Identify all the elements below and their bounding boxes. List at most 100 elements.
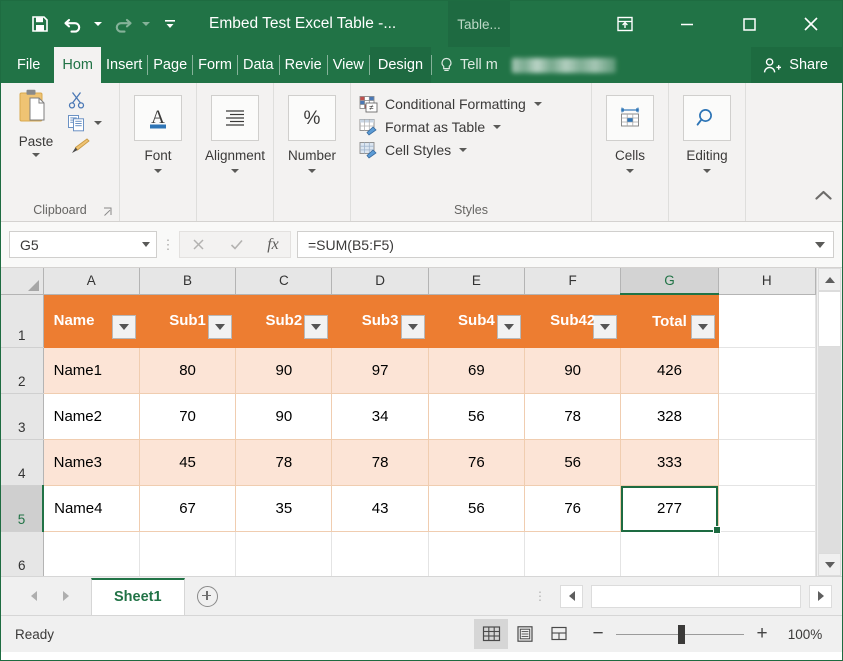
tab-file[interactable]: File — [1, 47, 54, 83]
horizontal-scroll-track[interactable] — [591, 585, 801, 608]
filter-button-c[interactable] — [304, 315, 328, 339]
ribbon-display-icon[interactable] — [594, 1, 656, 47]
row-header-5[interactable]: 5 — [1, 486, 43, 532]
cell-c6[interactable] — [236, 532, 332, 577]
cell-c3[interactable]: 90 — [236, 394, 332, 440]
undo-icon[interactable] — [57, 7, 91, 41]
save-icon[interactable] — [23, 7, 57, 41]
cell-d5[interactable]: 43 — [332, 486, 428, 532]
tab-design[interactable]: Design — [370, 47, 431, 83]
row-header-6[interactable]: 6 — [1, 532, 43, 577]
cell-a5[interactable]: Name4 — [43, 486, 139, 532]
undo-dropdown-icon[interactable] — [91, 7, 105, 41]
fx-icon[interactable]: fx — [267, 236, 279, 254]
number-button[interactable]: % Number — [274, 83, 350, 173]
cells-dropdown-icon[interactable] — [626, 169, 634, 173]
customize-qat-icon[interactable] — [153, 7, 187, 41]
cell-g1[interactable]: Total — [621, 294, 718, 348]
cell-f4[interactable]: 56 — [525, 440, 621, 486]
cell-h1[interactable] — [718, 294, 815, 348]
cell-e4[interactable]: 76 — [428, 440, 524, 486]
cell-f3[interactable]: 78 — [525, 394, 621, 440]
cell-a2[interactable]: Name1 — [43, 348, 139, 394]
scroll-left-button[interactable] — [560, 585, 583, 608]
filter-button-a[interactable] — [112, 315, 136, 339]
alignment-dropdown-icon[interactable] — [231, 169, 239, 173]
column-header-b[interactable]: B — [139, 268, 235, 294]
cell-b3[interactable]: 70 — [139, 394, 235, 440]
collapse-ribbon-icon[interactable] — [815, 190, 832, 201]
cell-g2[interactable]: 426 — [621, 348, 718, 394]
scroll-up-button[interactable] — [818, 268, 841, 291]
cut-button[interactable] — [65, 91, 119, 109]
scroll-down-button[interactable] — [818, 553, 841, 576]
zoom-slider-thumb[interactable] — [678, 625, 685, 644]
redo-icon[interactable] — [105, 7, 139, 41]
vertical-scroll-track[interactable] — [818, 291, 841, 553]
cell-b5[interactable]: 67 — [139, 486, 235, 532]
close-icon[interactable] — [780, 1, 842, 47]
cell-b2[interactable]: 80 — [139, 348, 235, 394]
cell-e2[interactable]: 69 — [428, 348, 524, 394]
minimize-icon[interactable] — [656, 1, 718, 47]
tab-page-layout[interactable]: Page — [148, 47, 192, 83]
tab-insert[interactable]: Insert — [101, 47, 147, 83]
conditional-formatting-dropdown-icon[interactable] — [534, 102, 542, 106]
column-header-f[interactable]: F — [525, 268, 621, 294]
cell-d2[interactable]: 97 — [332, 348, 428, 394]
cell-f6[interactable] — [525, 532, 621, 577]
tab-view[interactable]: View — [328, 47, 369, 83]
cell-e3[interactable]: 56 — [428, 394, 524, 440]
tab-formulas[interactable]: Form — [193, 47, 237, 83]
cell-c5[interactable]: 35 — [236, 486, 332, 532]
clipboard-dialog-launcher-icon[interactable] — [103, 207, 113, 217]
page-break-view-button[interactable] — [542, 619, 576, 649]
cell-c1[interactable]: Sub2 — [236, 294, 332, 348]
cell-d1[interactable]: Sub3 — [332, 294, 428, 348]
fill-handle[interactable] — [713, 526, 721, 534]
copy-button[interactable] — [65, 114, 119, 132]
nav-left-icon[interactable] — [31, 591, 37, 601]
format-as-table-button[interactable]: Format as Table — [359, 118, 542, 136]
column-header-g[interactable]: G — [621, 268, 718, 294]
zoom-level-label[interactable]: 100% — [776, 627, 842, 642]
page-layout-view-button[interactable] — [508, 619, 542, 649]
conditional-formatting-button[interactable]: ≠ Conditional Formatting — [359, 95, 542, 113]
column-header-h[interactable]: H — [718, 268, 815, 294]
row-header-2[interactable]: 2 — [1, 348, 43, 394]
cell-g6[interactable] — [621, 532, 718, 577]
zoom-out-button[interactable]: − — [584, 623, 612, 645]
cell-a4[interactable]: Name3 — [43, 440, 139, 486]
column-header-d[interactable]: D — [332, 268, 428, 294]
cancel-icon[interactable] — [191, 237, 206, 252]
paste-button[interactable]: Paste — [7, 88, 65, 157]
cell-b4[interactable]: 45 — [139, 440, 235, 486]
filter-button-b[interactable] — [208, 315, 232, 339]
cell-a3[interactable]: Name2 — [43, 394, 139, 440]
filter-button-d[interactable] — [401, 315, 425, 339]
tab-review[interactable]: Revie — [280, 47, 327, 83]
zoom-in-button[interactable]: + — [748, 623, 776, 645]
format-painter-button[interactable] — [65, 137, 119, 155]
tab-home[interactable]: Hom — [54, 47, 101, 83]
filter-button-f[interactable] — [593, 315, 617, 339]
cell-c2[interactable]: 90 — [236, 348, 332, 394]
filter-button-g[interactable] — [691, 315, 715, 339]
cell-d4[interactable]: 78 — [332, 440, 428, 486]
cell-e5[interactable]: 56 — [428, 486, 524, 532]
cell-b1[interactable]: Sub1 — [139, 294, 235, 348]
filter-button-e[interactable] — [497, 315, 521, 339]
copy-dropdown-icon[interactable] — [94, 121, 102, 125]
row-header-3[interactable]: 3 — [1, 394, 43, 440]
cell-f5[interactable]: 76 — [525, 486, 621, 532]
vertical-scrollbar[interactable] — [816, 268, 842, 576]
zoom-slider[interactable] — [616, 634, 744, 635]
cell-h4[interactable] — [718, 440, 815, 486]
row-header-1[interactable]: 1 — [1, 294, 43, 348]
horizontal-scrollbar[interactable]: ⋮ — [534, 585, 842, 608]
cell-d3[interactable]: 34 — [332, 394, 428, 440]
cell-c4[interactable]: 78 — [236, 440, 332, 486]
cell-g5[interactable]: 277 — [621, 486, 718, 532]
cell-f2[interactable]: 90 — [525, 348, 621, 394]
cell-h2[interactable] — [718, 348, 815, 394]
